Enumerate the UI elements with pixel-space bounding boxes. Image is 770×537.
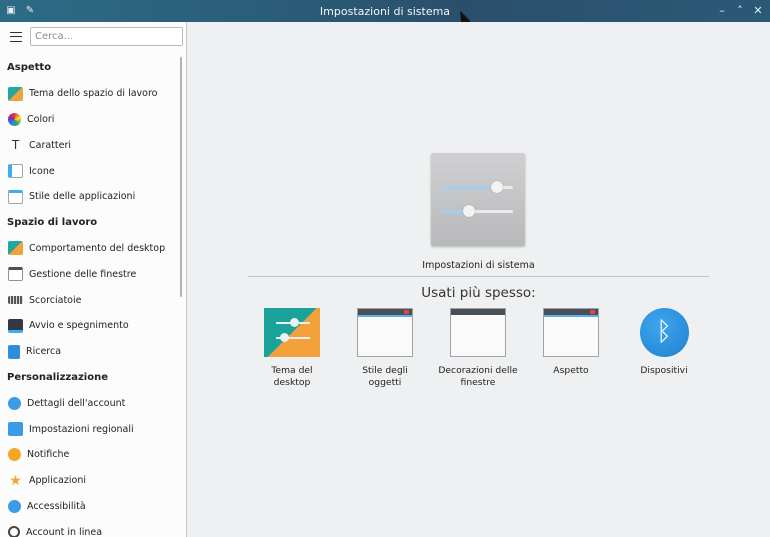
appearance-icon <box>543 308 599 357</box>
sidebar-item-tema-spazio-lavoro[interactable]: Tema dello spazio di lavoro <box>0 81 182 107</box>
sidebar-item-icone[interactable]: Icone <box>0 158 182 184</box>
sidebar-item-label: Comportamento del desktop <box>29 242 166 254</box>
workspace-theme-icon <box>8 86 23 101</box>
sidebar-item-comportamento-desktop[interactable]: Comportamento del desktop <box>0 236 182 262</box>
group-title-personalizzazione: Personalizzazione <box>7 371 108 383</box>
main-panel: Impostazioni di sistema Usati più spesso… <box>187 22 770 537</box>
group-title-spazio-lavoro: Spazio di lavoro <box>7 216 98 228</box>
sidebar-item-ricerca[interactable]: Ricerca <box>0 339 182 365</box>
sidebar-item-label: Impostazioni regionali <box>29 423 134 435</box>
sidebar-item-label: Avvio e spegnimento <box>29 320 129 332</box>
search-doc-icon <box>8 344 20 359</box>
notifications-icon <box>8 448 21 462</box>
sidebar-list: Aspetto Tema dello spazio di lavoro Colo… <box>0 55 182 537</box>
sidebar-item-label: Colori <box>27 113 55 125</box>
frequent-title: Usati più spesso: <box>421 285 536 301</box>
tile-label: Tema del desktop <box>271 365 313 388</box>
keyboard-icon <box>8 296 23 305</box>
tile-dispositivi[interactable]: ᛒ Dispositivi <box>624 308 704 377</box>
app-style-icon <box>8 189 23 204</box>
sidebar: Aspetto Tema dello spazio di lavoro Colo… <box>0 22 187 537</box>
sidebar-item-gestione-finestre[interactable]: Gestione delle finestre <box>0 261 182 287</box>
sidebar-item-label: Ricerca <box>26 346 62 358</box>
hamburger-menu-icon[interactable] <box>10 32 22 42</box>
desktop-theme-icon <box>264 308 320 357</box>
sidebar-item-label: Dettagli dell'account <box>27 397 126 409</box>
icons-icon <box>8 164 23 179</box>
desktop-behavior-icon <box>8 241 23 256</box>
tile-label: Dispositivi <box>640 365 688 376</box>
tile-tema-desktop[interactable]: Tema del desktop <box>252 308 332 389</box>
sidebar-item-dettagli-account[interactable]: Dettagli dell'account <box>0 390 182 416</box>
sidebar-item-caratteri[interactable]: T Caratteri <box>0 132 182 158</box>
slider-decoration-bottom <box>443 205 513 217</box>
sidebar-item-label: Scorciatoie <box>29 294 82 306</box>
search-input[interactable] <box>30 27 183 46</box>
colors-icon <box>8 112 21 126</box>
bluetooth-icon: ᛒ <box>639 308 689 357</box>
sidebar-item-label: Applicazioni <box>29 475 86 487</box>
tile-stile-oggetti[interactable]: Stile degli oggetti <box>345 308 425 389</box>
tile-label: Aspetto <box>553 365 589 376</box>
startup-shutdown-icon <box>8 318 23 333</box>
accessibility-icon <box>8 499 21 513</box>
sidebar-item-label: Account in linea <box>26 526 103 537</box>
divider <box>248 276 709 277</box>
sidebar-item-label: Accessibilità <box>27 500 86 512</box>
sidebar-item-stile-applicazioni[interactable]: Stile delle applicazioni <box>0 184 182 210</box>
sidebar-item-label: Notifiche <box>27 449 70 461</box>
fonts-icon: T <box>11 138 20 153</box>
sidebar-item-account-in-linea[interactable]: Account in linea <box>0 519 182 537</box>
window-title: Impostazioni di sistema <box>319 5 451 18</box>
hero-label: Impostazioni di sistema <box>422 260 535 271</box>
maximize-icon[interactable]: ˄ <box>733 4 747 18</box>
applications-icon: ★ <box>9 472 22 489</box>
minimize-icon[interactable]: – <box>715 4 729 18</box>
sidebar-item-accessibilita[interactable]: Accessibilità <box>0 494 182 520</box>
tile-aspetto[interactable]: Aspetto <box>531 308 611 377</box>
regional-icon <box>8 422 23 437</box>
slider-decoration-top <box>443 181 513 193</box>
tile-decorazioni-finestre[interactable]: Decorazioni delle finestre <box>438 308 518 389</box>
group-title-aspetto: Aspetto <box>7 62 52 73</box>
tile-label: Stile degli oggetti <box>362 365 408 388</box>
widget-style-icon <box>357 308 413 357</box>
sidebar-item-colori[interactable]: Colori <box>0 107 182 133</box>
sidebar-item-applicazioni[interactable]: ★ Applicazioni <box>0 468 182 494</box>
sidebar-item-impostazioni-regionali[interactable]: Impostazioni regionali <box>0 416 182 442</box>
sidebar-item-label: Gestione delle finestre <box>29 268 137 280</box>
close-icon[interactable]: ✕ <box>751 4 765 18</box>
sidebar-item-label: Caratteri <box>29 139 72 151</box>
tile-label: Decorazioni delle finestre <box>438 365 518 388</box>
system-settings-hero-icon <box>431 153 525 246</box>
sidebar-item-avvio-spegnimento[interactable]: Avvio e spegnimento <box>0 313 182 339</box>
sidebar-item-scorciatoie[interactable]: Scorciatoie <box>0 287 182 313</box>
online-accounts-icon <box>8 526 20 537</box>
sidebar-item-label: Icone <box>29 165 55 177</box>
account-icon <box>8 396 21 410</box>
sidebar-item-label: Tema dello spazio di lavoro <box>29 88 158 100</box>
sidebar-scrollbar[interactable] <box>180 57 182 297</box>
sidebar-item-label: Stile delle applicazioni <box>29 191 136 203</box>
window-management-icon <box>8 267 23 282</box>
window-decorations-icon <box>450 308 506 357</box>
window-titlebar[interactable]: ▣ ✎ Impostazioni di sistema – ˄ ✕ <box>0 0 770 22</box>
sidebar-item-notifiche[interactable]: Notifiche <box>0 442 182 468</box>
